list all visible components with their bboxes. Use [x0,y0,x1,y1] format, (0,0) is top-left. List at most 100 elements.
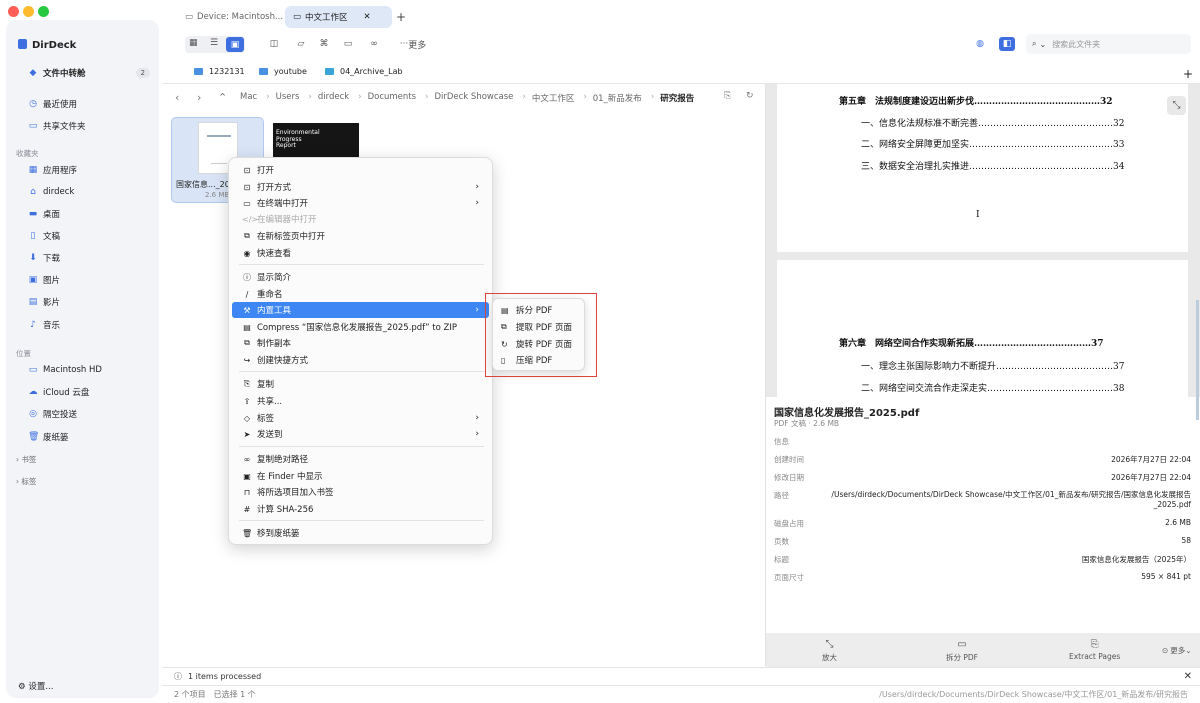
expand-icon[interactable]: ⤡ [1167,96,1186,115]
chevron-right-icon: › [425,92,429,102]
breadcrumb-item[interactable]: 研究报告 [660,92,694,104]
copy-path-icon[interactable]: ⎘ [724,91,731,101]
menu-item-add-bookmark[interactable]: ⊓ 将所选项目加入书签 [232,484,489,500]
breadcrumb-item[interactable]: dirdeck [318,92,349,104]
list-view-icon[interactable]: ☰ [210,38,218,48]
menu-item-open-with[interactable]: ⊡ 打开方式 › [232,179,489,195]
toc-line: 一、信息化法规标准不断完善………………………………………32 [861,119,1125,129]
grid-view-icon[interactable]: ▦ [189,38,198,48]
breadcrumb-item[interactable]: 01_新品发布 [593,92,642,104]
tags-section[interactable]: › 标签 [16,476,36,487]
close-tab-icon[interactable]: ✕ [364,12,371,22]
settings-button[interactable]: ⚙ 设置... [18,680,53,692]
sidebar-item-apps[interactable]: ▦ 应用程序 [28,163,150,177]
tab-device[interactable]: ▭ Device: Macintosh... [185,6,283,28]
breadcrumb-item[interactable]: Documents [368,92,416,104]
menu-item-open-terminal[interactable]: ▭ 在终端中打开 › [232,195,489,211]
bookmark-youtube[interactable]: youtube [259,67,307,76]
annotation-highlight-box [485,293,597,377]
menu-item-open[interactable]: ⊡ 打开 [232,162,489,178]
finder-icon: ▣ [243,471,251,481]
sidebar-item-recent[interactable]: ◷ 最近使用 [28,97,150,111]
button-label: Extract Pages [1069,652,1121,661]
menu-item-move-to-trash[interactable]: 🗑 移到废纸篓 [232,525,489,541]
close-window-button[interactable] [8,6,19,17]
menu-item-send-to[interactable]: ➤ 发送到 › [232,426,489,442]
zoom-window-button[interactable] [38,6,49,17]
folder-icon [325,68,334,75]
more-button[interactable]: ⊙ 更多 ⌄ [1162,645,1192,656]
breadcrumb-item[interactable]: 中文工作区 [532,92,575,104]
sidebar-item-music[interactable]: ♪ 音乐 [28,318,150,332]
minimize-window-button[interactable] [23,6,34,17]
link-icon[interactable]: ∞ [366,37,382,51]
sidebar-item-pictures[interactable]: ▣ 图片 [28,273,150,287]
extract-pages-button[interactable]: ⎘ Extract Pages [1069,639,1120,661]
new-tab-button[interactable]: + [396,6,406,28]
menu-label: 在 Finder 中显示 [257,472,323,482]
menu-item-open-new-tab[interactable]: ⧉ 在新标签页中打开 [232,228,489,244]
add-bookmark-button[interactable]: + [1183,67,1193,81]
menu-item-copy-path[interactable]: ∞ 复制绝对路径 [232,451,489,467]
gallery-view-icon[interactable]: ▣ [226,37,244,52]
split-view-icon[interactable]: ◫ [266,37,282,51]
sidebar-item-airdrop[interactable]: ◎ 隔空投送 [28,407,150,421]
bookmark-archive-lab[interactable]: 04_Archive_Lab [325,67,403,76]
menu-label: Compress “国家信息化发展报告_2025.pdf” to ZIP [257,323,457,333]
menu-item-copy[interactable]: ⎘ 复制 [232,376,489,392]
back-icon[interactable]: ‹ [175,91,179,104]
menu-item-get-info[interactable]: ⓘ 显示简介 [232,269,489,285]
sidebar-item-transfer[interactable]: ◆ 文件中转舱 2 [28,66,150,80]
tab-label: 中文工作区 [305,13,348,23]
file-item-report[interactable]: Environmental Progress Report [273,123,359,159]
split-pdf-button[interactable]: ▭ 拆分 PDF [946,639,978,663]
breadcrumb-item[interactable]: DirDeck Showcase [434,92,513,104]
app-title: DirDeck [18,39,76,51]
sidebar-item-label: 最近使用 [43,100,78,110]
breadcrumb-item[interactable]: Users [276,92,300,104]
sidebar-item-desktop[interactable]: ▬ 桌面 [28,207,150,221]
menu-item-built-in-tools[interactable]: ⚒ 内置工具 › [232,302,489,318]
zoom-button[interactable]: ⤡ 放大 [822,639,837,663]
menu-item-tags[interactable]: ◇ 标签 › [232,410,489,426]
refresh-icon[interactable]: ↻ [746,91,754,101]
menu-item-sha256[interactable]: # 计算 SHA-256 [232,501,489,517]
sidebar-item-home[interactable]: ⌂ dirdeck [28,185,150,199]
chevron-right-icon: › [475,182,479,192]
sidebar-item-trash[interactable]: 🗑 废纸篓 [28,430,150,444]
breadcrumb-item[interactable]: Mac [240,92,257,104]
up-icon[interactable]: ⌃ [218,91,227,104]
bookmarks-section[interactable]: › 书签 [16,454,36,465]
menu-item-compress-zip[interactable]: ▤ Compress “国家信息化发展报告_2025.pdf” to ZIP [232,319,489,335]
forward-icon[interactable]: › [197,91,201,104]
network-icon[interactable]: ◍ [972,37,988,51]
action-icon[interactable]: ⌘ [316,37,332,51]
code-icon: </> [242,214,259,224]
new-folder-icon[interactable]: ▱ [293,37,309,51]
sidebar-item-icloud[interactable]: ☁ iCloud 云盘 [28,385,150,399]
menu-item-rename[interactable]: ∕ 重命名 [232,286,489,302]
sidebar-item-shared[interactable]: ▭ 共享文件夹 [28,119,150,133]
menu-item-duplicate[interactable]: ⧉ 制作副本 [232,335,489,351]
menu-item-make-alias[interactable]: ↪ 创建快捷方式 [232,352,489,368]
locations-header: 位置 [16,349,31,358]
sidebar-item-movies[interactable]: ▤ 影片 [28,295,150,309]
tab-workspace[interactable]: ▭ 中文工作区 ✕ [285,6,392,28]
sidebar-item-documents[interactable]: ▯ 文稿 [28,229,150,243]
search-input[interactable]: ⌕ ⌄ 搜索此文件夹 [1026,34,1191,54]
more-button[interactable]: ··· 更多 [396,37,430,51]
scrollbar[interactable] [1196,300,1199,420]
info-key: 路径 [774,491,789,500]
sidebar-item-downloads[interactable]: ⬇ 下载 [28,251,150,265]
menu-item-show-in-finder[interactable]: ▣ 在 Finder 中显示 [232,468,489,484]
sidebar-item-macintosh-hd[interactable]: ▭ Macintosh HD [28,363,150,377]
bookmark-label: 04_Archive_Lab [340,67,403,76]
close-icon[interactable]: ✕ [1184,671,1192,682]
sidebar-item-label: 下载 [43,254,61,264]
bookmark-1232131[interactable]: 1232131 [194,67,245,76]
menu-item-share[interactable]: ⇪ 共享... [232,393,489,409]
panel-toggle-icon[interactable]: ◧ [999,37,1015,51]
menu-item-quick-look[interactable]: ◉ 快速查看 [232,245,489,261]
terminal-icon[interactable]: ▭ [340,37,356,51]
chevron-down-icon: ⌄ [1039,39,1047,49]
